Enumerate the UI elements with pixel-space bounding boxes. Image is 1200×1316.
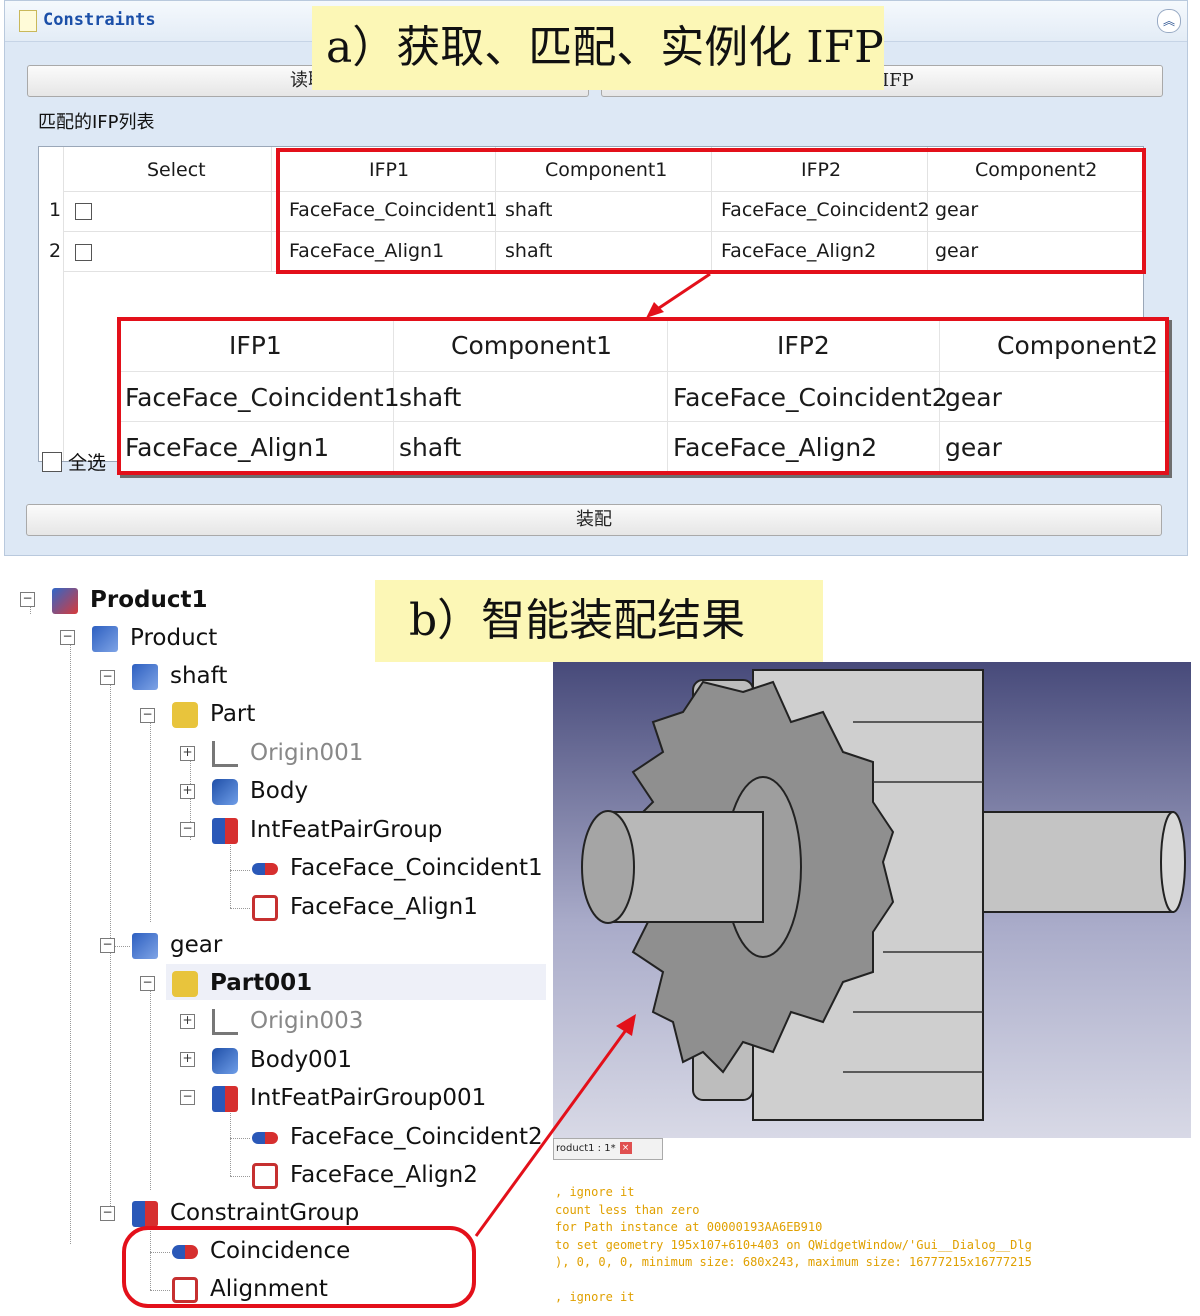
- caption-b: b）智能装配结果: [375, 580, 823, 662]
- arrow-head-b: [616, 1014, 636, 1036]
- arrow-line-b: [474, 1029, 628, 1237]
